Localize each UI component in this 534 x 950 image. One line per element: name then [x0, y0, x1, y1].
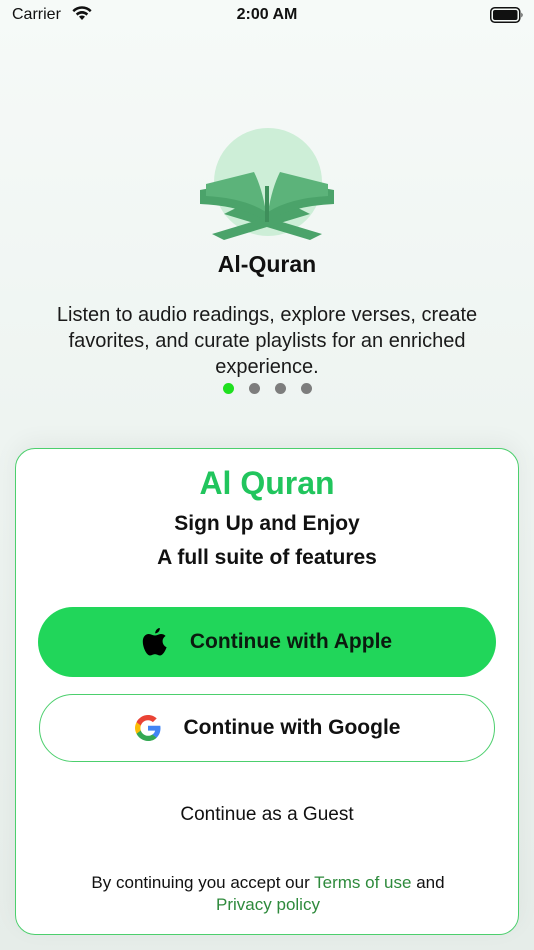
privacy-policy-link[interactable]: Privacy policy — [216, 895, 320, 914]
legal-prefix: By continuing you accept our — [91, 873, 310, 892]
apple-icon — [142, 627, 168, 657]
page-dot-3[interactable] — [274, 383, 286, 394]
google-icon — [134, 714, 162, 742]
signup-subtitle: Sign Up and Enjoy — [174, 512, 360, 535]
apple-button-label: Continue with Apple — [189, 630, 393, 653]
legal-notice: By continuing you accept our Terms of us… — [46, 872, 490, 916]
terms-of-use-link[interactable]: Terms of use — [314, 873, 411, 892]
continue-with-google-button[interactable]: Continue with Google — [39, 694, 495, 762]
signup-card: Al Quran Sign Up and Enjoy A full suite … — [15, 448, 519, 935]
hero-title: Al-Quran — [217, 251, 317, 277]
signup-tagline: A full suite of features — [157, 546, 377, 569]
page-dot-2[interactable] — [248, 383, 260, 394]
app-name: Al Quran — [199, 465, 335, 501]
battery-icon — [490, 7, 524, 28]
status-time: 2:00 AM — [236, 6, 298, 23]
page-dot-4[interactable] — [300, 383, 312, 394]
google-button-label: Continue with Google — [183, 716, 401, 739]
legal-and: and — [416, 873, 445, 892]
status-bar: Carrier 2:00 AM — [0, 0, 534, 32]
hero-description: Listen to audio readings, explore verses… — [56, 304, 478, 378]
continue-as-guest-link[interactable]: Continue as a Guest — [16, 804, 518, 826]
continue-with-apple-button[interactable]: Continue with Apple — [38, 607, 496, 677]
quran-book-icon — [192, 126, 342, 246]
page-indicator[interactable] — [0, 383, 534, 394]
page-dot-1[interactable] — [222, 383, 234, 394]
